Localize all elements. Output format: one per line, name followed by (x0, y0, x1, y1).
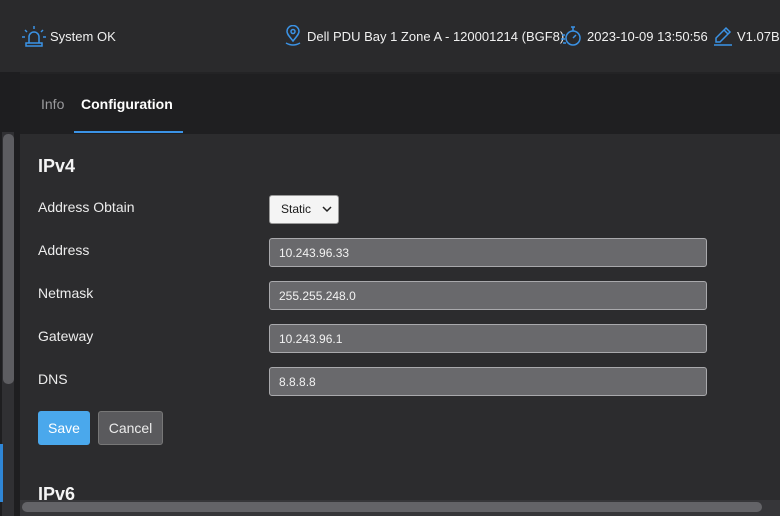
tab-bar: Info Configuration (20, 74, 780, 134)
address-label: Address (38, 242, 90, 258)
dns-input[interactable] (269, 367, 707, 396)
stopwatch-icon (561, 26, 581, 46)
device-name-text: Dell PDU Bay 1 Zone A - 120001214 (BGF8) (307, 28, 565, 44)
netmask-label: Netmask (38, 285, 94, 301)
sidebar-active-indicator (0, 444, 3, 502)
active-tab-underline (74, 131, 183, 133)
address-obtain-label: Address Obtain (38, 199, 135, 215)
tab-configuration[interactable]: Configuration (81, 74, 173, 134)
system-status-text: System OK (50, 28, 116, 44)
system-time[interactable]: 2023-10-09 13:50:56 (561, 24, 708, 48)
top-status-bar: System OK Dell PDU Bay 1 Zone A - 120001… (0, 0, 780, 72)
address-obtain-value: Static (281, 202, 312, 216)
system-status[interactable]: System OK (22, 24, 116, 48)
save-button[interactable]: Save (38, 411, 90, 445)
vertical-scrollbar-thumb[interactable] (3, 134, 14, 384)
configuration-panel: IPv4 Address Obtain Static Address Netma… (20, 134, 780, 516)
gateway-input[interactable] (269, 324, 707, 353)
alarm-siren-icon (22, 26, 46, 47)
tab-info[interactable]: Info (41, 74, 64, 134)
gateway-label: Gateway (38, 328, 94, 344)
version-text: V1.07B0 (737, 28, 780, 44)
address-obtain-select[interactable]: Static (269, 195, 339, 224)
cancel-button[interactable]: Cancel (98, 411, 163, 445)
horizontal-scrollbar-thumb[interactable] (22, 502, 762, 512)
location-pin-icon (285, 25, 301, 46)
netmask-input[interactable] (269, 281, 707, 310)
ipv4-section-title: IPv4 (38, 156, 76, 176)
firmware-version[interactable]: V1.07B0 (713, 24, 780, 48)
chevron-down-icon (322, 206, 332, 213)
device-location[interactable]: Dell PDU Bay 1 Zone A - 120001214 (BGF8) (283, 24, 564, 48)
pencil-icon (714, 26, 732, 46)
address-input[interactable] (269, 238, 707, 267)
dns-label: DNS (38, 371, 68, 387)
datetime-text: 2023-10-09 13:50:56 (587, 28, 708, 44)
